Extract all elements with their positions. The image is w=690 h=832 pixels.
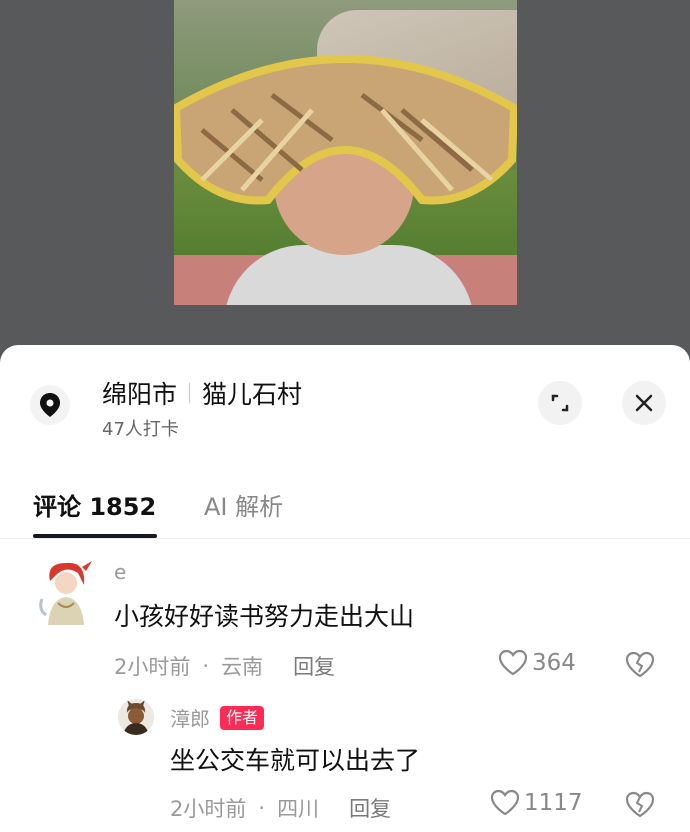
tab-comments[interactable]: 评论 1852 — [33, 487, 156, 522]
comment-username: 漳郎 — [170, 707, 210, 731]
comment-author[interactable]: 漳郎 作者 — [170, 703, 265, 732]
location-place: 猫儿石村 — [202, 380, 303, 409]
comment-text: 小孩好好读书努力走出大山 — [114, 602, 415, 631]
meta-separator: · — [258, 796, 266, 820]
comment-region: 四川 — [277, 797, 320, 821]
avatar[interactable] — [36, 559, 94, 625]
title-divider — [189, 383, 191, 403]
active-tab-indicator — [33, 534, 157, 538]
comment-region: 云南 — [221, 655, 264, 679]
comment-meta: 2小时前 · 云南 回复 — [114, 651, 335, 681]
comment-time: 2小时前 — [114, 655, 191, 679]
author-badge: 作者 — [220, 705, 265, 730]
location-sheet: 绵阳市 猫儿石村 47人打卡 评论 1852 AI 解析 e 小孩好好读书努力走… — [0, 345, 690, 832]
avatar[interactable] — [118, 699, 154, 735]
close-button[interactable] — [622, 381, 666, 425]
video-area[interactable] — [0, 0, 690, 350]
tab-bar: 评论 1852 AI 解析 — [0, 467, 690, 539]
like-count: 364 — [532, 649, 576, 676]
tab-ai-analysis[interactable]: AI 解析 — [204, 487, 283, 522]
meta-separator: · — [202, 654, 210, 678]
reply-button[interactable]: 回复 — [293, 651, 335, 681]
like-count: 1117 — [524, 789, 583, 816]
expand-icon — [551, 394, 569, 412]
comment-username[interactable]: e — [114, 560, 126, 584]
comment-text: 坐公交车就可以出去了 — [170, 746, 421, 775]
location-pin-icon — [30, 385, 70, 425]
comment-meta: 2小时前 · 四川 回复 — [170, 793, 391, 823]
location-city: 绵阳市 — [102, 380, 178, 409]
checkin-count: 47人打卡 — [102, 419, 179, 440]
heart-icon — [490, 789, 520, 816]
location-title[interactable]: 绵阳市 猫儿石村 — [102, 375, 302, 411]
close-icon — [635, 394, 653, 412]
comment-item: e 小孩好好读书努力走出大山 2小时前 · 云南 回复 364 — [0, 555, 690, 685]
like-button[interactable]: 1117 — [490, 789, 583, 816]
broken-heart-icon[interactable] — [625, 791, 655, 818]
reply-button[interactable]: 回复 — [349, 793, 391, 823]
like-button[interactable]: 364 — [498, 649, 576, 676]
video-frame[interactable] — [174, 0, 517, 305]
comment-item: 漳郎 作者 坐公交车就可以出去了 2小时前 · 四川 回复 1117 — [0, 695, 690, 832]
heart-icon — [498, 649, 528, 676]
comment-time: 2小时前 — [170, 797, 247, 821]
straw-hat-shape — [174, 55, 517, 205]
location-header: 绵阳市 猫儿石村 47人打卡 — [0, 345, 690, 465]
broken-heart-icon[interactable] — [625, 651, 655, 678]
expand-button[interactable] — [538, 381, 582, 425]
